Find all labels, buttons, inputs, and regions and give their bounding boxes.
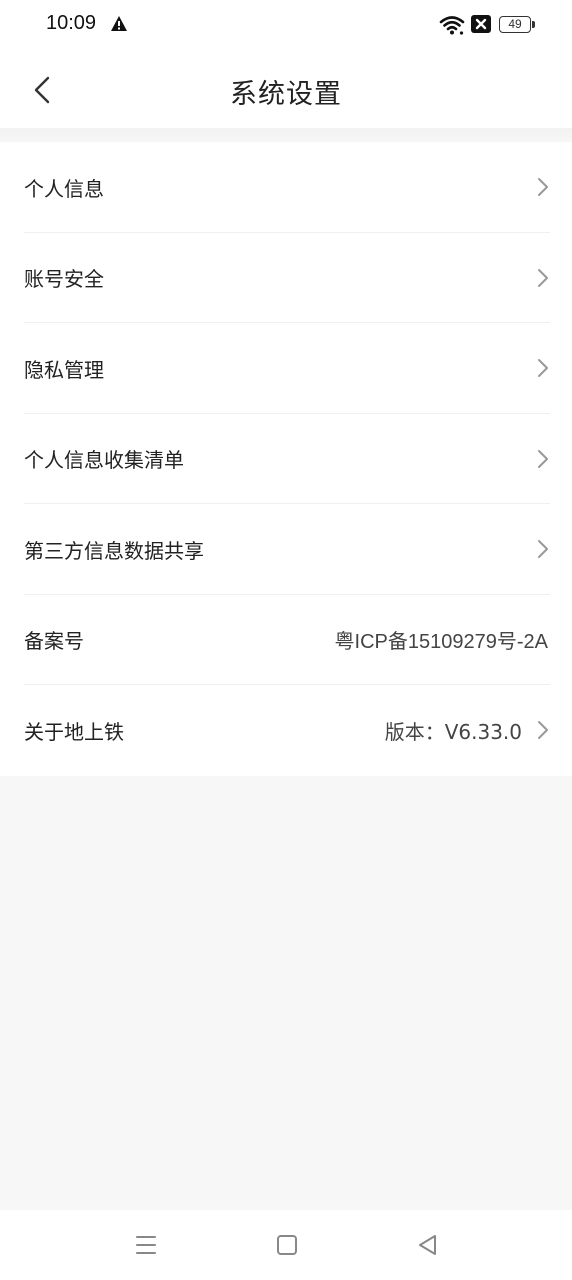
chevron-right-icon <box>538 268 548 287</box>
settings-item-label: 个人信息 <box>24 176 104 201</box>
settings-item-label: 关于地上铁 <box>24 719 124 744</box>
settings-item-about[interactable]: 关于地上铁 版本：V6.33.0 <box>0 685 572 776</box>
status-bar: 10:09 49 <box>0 0 572 52</box>
chevron-right-icon <box>538 178 548 197</box>
settings-item-icp-record: 备案号 粤ICP备15109279号-2A <box>0 595 572 686</box>
status-time: 10:09 <box>46 12 97 34</box>
settings-item-label: 备案号 <box>24 629 84 654</box>
battery-icon: 49 <box>499 16 531 33</box>
battery-cap <box>532 21 535 28</box>
app-version-value: 版本：V6.33.0 <box>384 719 522 744</box>
settings-item-info-collection-list[interactable]: 个人信息收集清单 <box>0 414 572 505</box>
settings-item-label: 第三方信息数据共享 <box>24 538 204 563</box>
menu-icon[interactable] <box>133 1232 159 1258</box>
screen: 10:09 49 系统设置 个人信息 账号安全 隐私管理 个人信息收集清单 第三… <box>0 0 572 1280</box>
no-signal-icon <box>471 15 491 33</box>
system-nav-bar <box>0 1210 572 1280</box>
header-divider <box>0 128 572 142</box>
home-square-icon[interactable] <box>274 1232 300 1258</box>
warning-icon <box>111 16 127 31</box>
chevron-right-icon <box>538 540 548 559</box>
settings-item-label: 账号安全 <box>24 267 104 292</box>
chevron-right-icon <box>538 449 548 468</box>
settings-item-label: 隐私管理 <box>24 357 104 382</box>
settings-list: 个人信息 账号安全 隐私管理 个人信息收集清单 第三方信息数据共享 备案号 粤I… <box>0 142 572 776</box>
back-triangle-icon[interactable] <box>415 1232 441 1258</box>
wifi-icon <box>439 16 465 35</box>
settings-item-personal-info[interactable]: 个人信息 <box>0 142 572 233</box>
page-title: 系统设置 <box>230 79 342 110</box>
settings-item-label: 个人信息收集清单 <box>24 448 184 473</box>
settings-item-third-party-sharing[interactable]: 第三方信息数据共享 <box>0 504 572 595</box>
icp-record-value: 粤ICP备15109279号-2A <box>334 631 548 654</box>
chevron-right-icon <box>538 359 548 378</box>
chevron-right-icon <box>538 721 548 740</box>
settings-item-account-security[interactable]: 账号安全 <box>0 233 572 324</box>
settings-item-privacy[interactable]: 隐私管理 <box>0 323 572 414</box>
header: 系统设置 <box>0 52 572 128</box>
